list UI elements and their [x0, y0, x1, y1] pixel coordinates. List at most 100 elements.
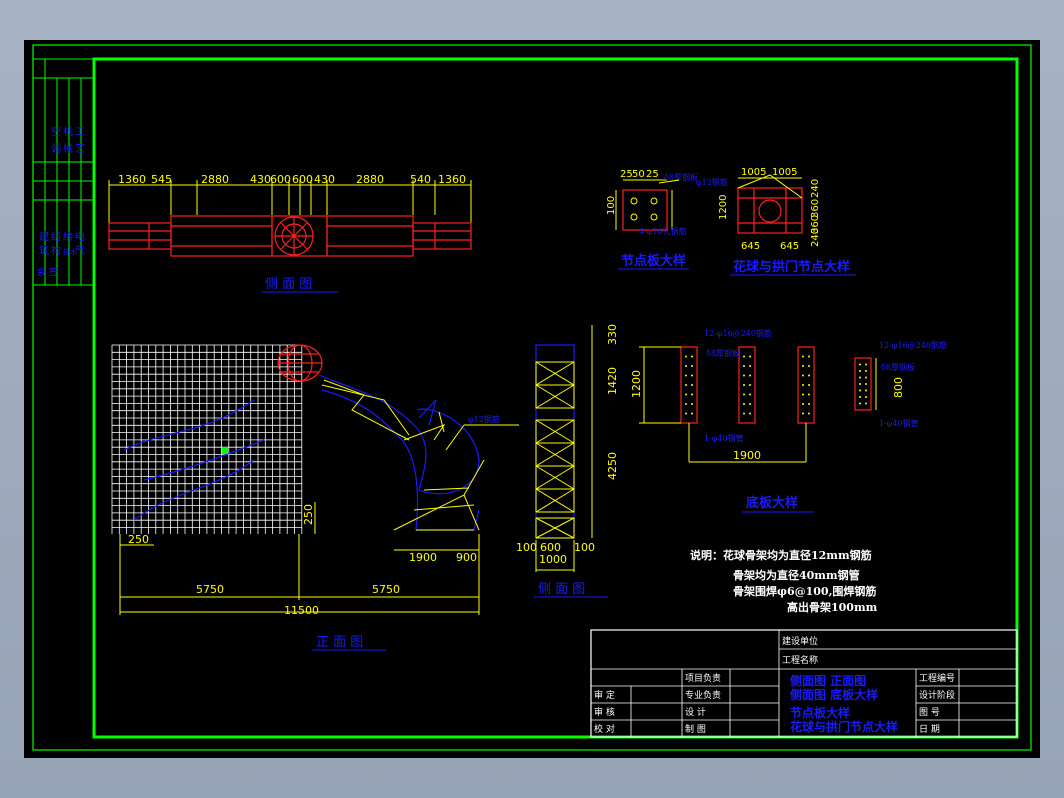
strip-col4: 建 — [39, 230, 49, 243]
gn-dim-bot-2: 645 — [780, 241, 799, 252]
outer-frame — [32, 44, 1032, 751]
strip-col1b: 调 — [51, 143, 61, 155]
side-view-title: 侧 面 图 — [265, 277, 312, 292]
strip-col3: 工 — [75, 127, 85, 138]
note-line-3: 骨架围焊φ6@100,围焊钢筋 — [733, 584, 876, 598]
tb-project-head: 项目负责 — [685, 672, 721, 684]
tb-approve: 审 定 — [594, 689, 615, 701]
gn-dim-side-5: 240 — [810, 228, 821, 247]
tb-design: 设 计 — [685, 706, 706, 718]
cad-viewport[interactable]: 空 调 机 械 工 艺 建 筑 结 构 给 排水 电 气 会 签 1360 54… — [24, 40, 1040, 758]
bp-label-5: δ8厚钢板 — [881, 362, 915, 372]
se-dim-3: 4250 — [606, 452, 619, 480]
tb-review: 审 核 — [594, 706, 615, 718]
strip-col2: 机 — [63, 125, 73, 138]
bp-label-6: 1-φ40钢管 — [879, 418, 919, 428]
bp-dim-2: 1900 — [733, 449, 761, 462]
tb-project: 工程名称 — [782, 654, 818, 666]
se-dim-6: 100 — [574, 541, 595, 554]
gate-node-title: 花球与拱门节点大样 — [733, 259, 850, 275]
tb-check: 校 对 — [594, 723, 615, 735]
sv-dim-10: 1360 — [438, 173, 466, 186]
note-line-1: 说明：花球骨架均为直径12mm钢筋 — [690, 548, 872, 562]
fv-dim-6: 5750 — [372, 583, 400, 596]
strip-col5: 结 — [51, 230, 61, 243]
strip-col1: 空 — [51, 125, 61, 138]
np-dim-4: 100 — [606, 196, 617, 215]
sv-dim-2: 545 — [151, 173, 172, 186]
sv-dim-9: 540 — [410, 173, 431, 186]
np-dim-1: 25 — [620, 169, 633, 180]
node-plate-title: 节点板大样 — [621, 253, 686, 269]
se-dim-2: 1420 — [606, 367, 619, 395]
strip-col5b: 构 — [51, 244, 61, 257]
strip-col6: 给 — [63, 230, 73, 243]
sv-dim-1: 1360 — [118, 173, 146, 186]
tb-contents-1: 侧面图 正面图 — [790, 673, 866, 688]
strip-col4b: 筑 — [39, 244, 49, 257]
sv-dim-5: 600 — [270, 173, 291, 186]
fv-dim-4: 900 — [456, 551, 477, 564]
tb-unit: 建设单位 — [782, 635, 818, 647]
drawing-sheet: 空 调 机 械 工 艺 建 筑 结 构 给 排水 电 气 会 签 1360 54… — [32, 44, 1032, 751]
se-dim-1: 330 — [606, 324, 619, 345]
tb-stage: 设计阶段 — [919, 689, 955, 701]
tb-date: 日 期 — [919, 724, 940, 735]
se-dim-7: 1000 — [539, 553, 567, 566]
gn-label: φ12钢筋 — [696, 177, 728, 187]
bp-dim-1: 1200 — [630, 370, 643, 398]
np-dim-3: 25 — [646, 169, 659, 180]
bp-label-3: 1-φ40钢管 — [704, 433, 744, 443]
strip-col3b: 艺 — [75, 143, 85, 155]
sv-dim-3: 2880 — [201, 173, 229, 186]
strip-col7b: 气 — [75, 244, 85, 257]
side-view: 1360 545 2880 430 600 600 430 2880 540 1… — [108, 173, 472, 293]
tb-contents-4: 花球与拱门节点大样 — [790, 719, 898, 734]
base-plate-title: 底板大样 — [746, 495, 798, 511]
fv-dim-3: 1900 — [409, 551, 437, 564]
base-plate-detail: 1200 1900 800 12-φ16@240钢筋 δ8厚钢板 1-φ40钢管… — [630, 328, 947, 513]
gn-dim-side-2: 240 — [810, 179, 821, 198]
fv-dim-1: 250 — [128, 533, 149, 546]
tb-contents-2: 侧面图 底板大样 — [790, 687, 878, 702]
sv-dim-7: 430 — [314, 173, 335, 186]
bp-label-4: 12-φ16@240钢筋 — [879, 340, 947, 350]
fv-dim-7: 11500 — [284, 604, 319, 617]
tb-proj-no: 工程编号 — [919, 672, 955, 684]
note-line-2: 骨架均为直径40mm钢管 — [733, 568, 860, 582]
node-plate-detail: 25 50 25 100 δ8厚钢板 4-φ16孔钢筋 节点板大样 — [606, 169, 698, 270]
se-dim-4: 100 — [516, 541, 537, 554]
tb-contents-3: 节点板大样 — [790, 705, 850, 720]
gn-dim-top-2: 1005 — [772, 167, 797, 178]
title-block: 建设单位 工程名称 项目负责 专业负责 设 计 制 图 审 定 审 核 校 对 … — [590, 629, 1018, 738]
np-dim-2: 50 — [632, 169, 645, 180]
strip-sign: 会 签 — [37, 266, 58, 278]
front-grid — [111, 344, 303, 534]
side-elevation: 330 1420 4250 100 600 100 1000 侧 面 图 — [516, 324, 619, 598]
note-line-4: 高出骨架100mm — [787, 600, 878, 614]
bp-label-1: 12-φ16@240钢筋 — [704, 328, 772, 338]
np-label-2: 4-φ16孔钢筋 — [639, 226, 687, 236]
tb-drawing: 制 图 — [685, 723, 706, 735]
bp-label-2: δ8厚钢板 — [706, 348, 740, 358]
tb-prof-head: 专业负责 — [685, 689, 721, 701]
bp-dim-3: 800 — [892, 377, 905, 398]
sv-dim-4: 430 — [250, 173, 271, 186]
design-notes: 说明：花球骨架均为直径12mm钢筋 骨架均为直径40mm钢管 骨架围焊φ6@10… — [690, 548, 878, 614]
side-elev-title: 侧 面 图 — [538, 582, 585, 597]
fv-dim-2: 250 — [302, 504, 315, 525]
sv-dim-6: 600 — [292, 173, 313, 186]
tb-drawing-no: 图 号 — [919, 707, 940, 718]
strip-col7: 电 — [75, 230, 85, 243]
front-view: φ12钢筋 250 250 1900 900 5750 5750 11500 正… — [111, 344, 519, 651]
gn-dim-top-1: 1005 — [741, 167, 766, 178]
fv-dim-5: 5750 — [196, 583, 224, 596]
strip-col2b: 械 — [63, 142, 73, 155]
inner-frame — [92, 57, 1019, 739]
np-label-1: δ8厚钢板 — [664, 172, 698, 182]
fv-label: φ12钢筋 — [468, 414, 500, 424]
gn-dim-bot-1: 645 — [741, 241, 760, 252]
gn-dim-side-1: 1200 — [718, 195, 729, 220]
gate-node-detail: 1005 1005 1200 240 360 360 240 645 645 φ… — [696, 167, 856, 276]
sv-dim-8: 2880 — [356, 173, 384, 186]
